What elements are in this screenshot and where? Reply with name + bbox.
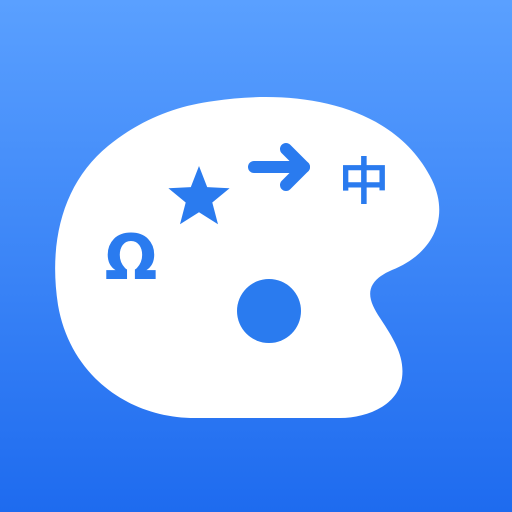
app-icon-graphic: Ω 中 — [0, 0, 512, 512]
app-icon: Ω 中 — [0, 0, 512, 512]
omega-symbol-icon: Ω — [105, 221, 158, 294]
palette-hole-icon — [237, 279, 301, 343]
chinese-character-icon: 中 — [339, 153, 389, 211]
